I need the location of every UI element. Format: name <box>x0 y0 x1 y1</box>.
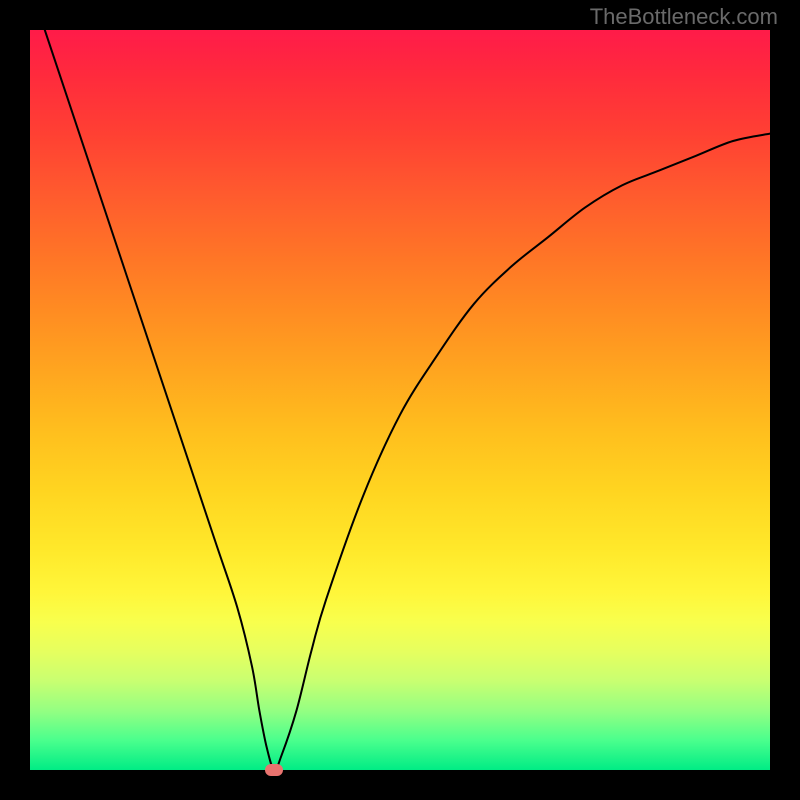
chart-frame: TheBottleneck.com <box>0 0 800 800</box>
curve-svg <box>30 30 770 770</box>
watermark-text: TheBottleneck.com <box>590 4 778 30</box>
optimum-marker <box>265 764 283 776</box>
bottleneck-curve <box>45 30 770 770</box>
plot-area <box>30 30 770 770</box>
